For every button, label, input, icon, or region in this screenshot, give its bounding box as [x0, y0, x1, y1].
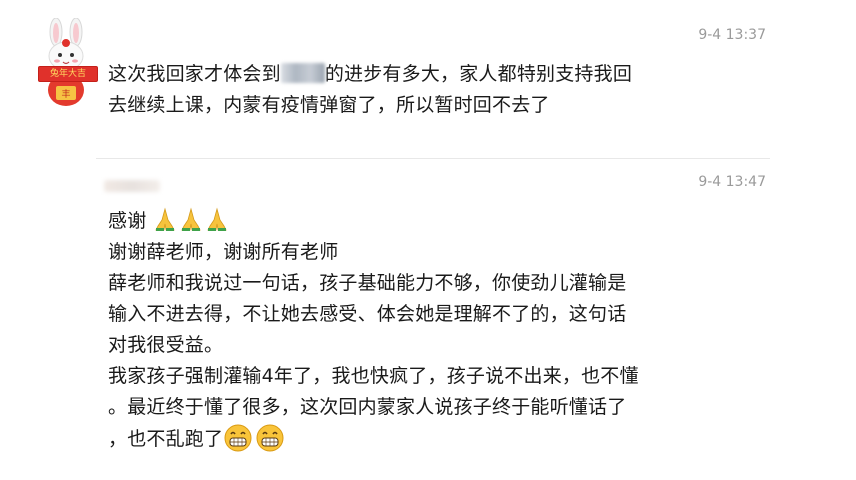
message-line: 感谢	[108, 206, 748, 237]
redacted-name	[280, 63, 325, 83]
pray-hands-emoji	[179, 206, 203, 232]
rabbit-avatar-icon[interactable]: 丰 兔年大吉	[36, 17, 98, 112]
grinning-face-emoji	[255, 423, 285, 453]
message-line: 薛老师和我说过一句话，孩子基础能力不够，你使劲儿灌输是	[108, 272, 627, 294]
redacted-sender-name	[104, 180, 160, 192]
message-timestamp: 9-4 13:37	[698, 27, 766, 43]
message-text: 感谢 谢谢薛老师，谢谢所有老师 薛老师和我说过一句话，孩子基础能力不够，你使劲儿…	[108, 206, 748, 455]
message-divider	[96, 158, 770, 159]
message-line: 这次我回家才体会到 的进步有多大，家人都特别支持我回	[108, 63, 633, 85]
pray-hands-emoji	[205, 206, 229, 232]
message-text: 这次我回家才体会到 的进步有多大，家人都特别支持我回 去继续上课，内蒙有疫情弹窗了…	[108, 59, 748, 121]
message-line: 。最近终于懂了很多，这次回内蒙家人说孩子终于能听懂话了	[108, 396, 627, 418]
message-line: 我家孩子强制灌输4年了，我也快疯了，孩子说不出来，也不懂	[108, 365, 639, 387]
pray-hands-emoji	[153, 206, 177, 232]
message-timestamp: 9-4 13:47	[698, 174, 766, 190]
message-line: ，也不乱跑了	[108, 423, 748, 455]
message-line: 谢谢薛老师，谢谢所有老师	[108, 241, 339, 263]
avatar-banner: 兔年大吉	[38, 66, 98, 82]
chat-message-1: 丰 兔年大吉 9-4 13:37 这次我回家才体会到 的进步有多大，家人都特别支持…	[0, 0, 856, 160]
svg-text:丰: 丰	[61, 88, 70, 100]
message-line: 去继续上课，内蒙有疫情弹窗了，所以暂时回不去了	[108, 94, 550, 116]
message-line: 对我很受益。	[108, 334, 224, 356]
message-line: 输入不进去得，不让她去感受、体会她是理解不了的，这句话	[108, 303, 627, 325]
grinning-face-emoji	[223, 423, 253, 453]
